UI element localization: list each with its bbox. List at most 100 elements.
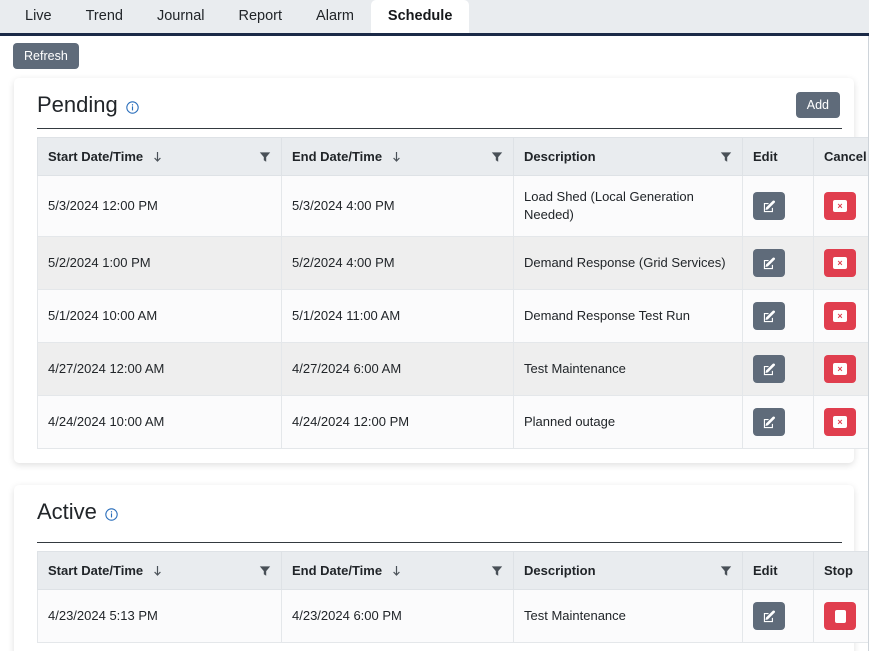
cancel-x-icon[interactable]: ×: [824, 192, 856, 220]
pending-col-start-label: Start Date/Time: [48, 149, 143, 164]
tab-journal[interactable]: Journal: [140, 0, 222, 33]
add-schedule-button[interactable]: Add: [796, 92, 840, 118]
active-col-start-label: Start Date/Time: [48, 563, 143, 578]
table-row: 4/24/2024 10:00 AM 4/24/2024 12:00 PM Pl…: [38, 396, 870, 449]
edit-pencil-square-icon[interactable]: [753, 249, 785, 277]
active-col-end-label: End Date/Time: [292, 563, 382, 578]
filter-icon[interactable]: [720, 151, 732, 163]
pending-table-head: Start Date/Time: [38, 138, 870, 176]
cell-edit: [743, 290, 814, 343]
cell-start: 5/3/2024 12:00 PM: [38, 176, 282, 237]
edit-pencil-square-icon[interactable]: [753, 602, 785, 630]
cell-end: 5/3/2024 4:00 PM: [282, 176, 514, 237]
table-row: 5/2/2024 1:00 PM 5/2/2024 4:00 PM Demand…: [38, 237, 870, 290]
cell-end: 5/2/2024 4:00 PM: [282, 237, 514, 290]
cell-cancel: ×: [814, 290, 870, 343]
sort-desc-icon[interactable]: [392, 151, 401, 163]
pending-table-body: 5/3/2024 12:00 PM 5/3/2024 4:00 PM Load …: [38, 176, 870, 449]
edit-pencil-square-icon[interactable]: [753, 192, 785, 220]
sort-desc-icon[interactable]: [392, 565, 401, 577]
active-header-row: Start Date/Time: [38, 552, 870, 590]
info-circle-icon[interactable]: [126, 101, 139, 114]
cell-description: Test Maintenance: [514, 343, 743, 396]
cell-start: 4/24/2024 10:00 AM: [38, 396, 282, 449]
filter-icon[interactable]: [491, 151, 503, 163]
cancel-x-icon[interactable]: ×: [824, 355, 856, 383]
cell-cancel: ×: [814, 237, 870, 290]
filter-icon[interactable]: [720, 565, 732, 577]
cell-end: 4/23/2024 6:00 PM: [282, 590, 514, 643]
edit-pencil-square-icon[interactable]: [753, 408, 785, 436]
cell-description: Load Shed (Local Generation Needed): [514, 176, 743, 237]
cancel-x-icon[interactable]: ×: [824, 249, 856, 277]
pending-header-row: Start Date/Time: [38, 138, 870, 176]
tab-alarm[interactable]: Alarm: [299, 0, 371, 33]
pending-table: Start Date/Time: [37, 137, 869, 449]
cell-start: 4/27/2024 12:00 AM: [38, 343, 282, 396]
cancel-glyph: ×: [833, 363, 847, 375]
table-row: 5/3/2024 12:00 PM 5/3/2024 4:00 PM Load …: [38, 176, 870, 237]
active-col-edit: Edit: [743, 552, 814, 590]
cancel-glyph: ×: [833, 310, 847, 322]
tab-live[interactable]: Live: [8, 0, 69, 33]
pending-card: Pending Add: [14, 78, 854, 463]
cell-start: 5/1/2024 10:00 AM: [38, 290, 282, 343]
active-title-group: Active: [37, 499, 118, 525]
cancel-glyph: ×: [833, 416, 847, 428]
pending-col-cancel: Cancel: [814, 138, 870, 176]
cell-description: Test Maintenance: [514, 590, 743, 643]
active-card: Active: [14, 485, 854, 651]
edit-pencil-square-icon[interactable]: [753, 355, 785, 383]
table-row: 4/27/2024 12:00 AM 4/27/2024 6:00 AM Tes…: [38, 343, 870, 396]
cell-stop: [814, 590, 870, 643]
pending-col-end: End Date/Time: [282, 138, 514, 176]
active-col-stop: Stop: [814, 552, 870, 590]
cancel-glyph: ×: [833, 200, 847, 212]
pending-col-end-label: End Date/Time: [292, 149, 382, 164]
cell-start: 4/23/2024 5:13 PM: [38, 590, 282, 643]
pending-col-edit: Edit: [743, 138, 814, 176]
active-section-header: Active: [26, 497, 842, 525]
filter-icon[interactable]: [259, 565, 271, 577]
main-tab-bar: Live Trend Journal Report Alarm Schedule: [0, 0, 869, 36]
active-title: Active: [37, 499, 97, 525]
cell-edit: [743, 237, 814, 290]
sort-desc-icon[interactable]: [153, 565, 162, 577]
info-circle-icon[interactable]: [105, 508, 118, 521]
cancel-x-icon[interactable]: ×: [824, 408, 856, 436]
filter-icon[interactable]: [491, 565, 503, 577]
pending-col-description-label: Description: [524, 149, 596, 164]
pending-col-description: Description: [514, 138, 743, 176]
cell-edit: [743, 176, 814, 237]
pending-title-group: Pending: [37, 92, 139, 118]
cancel-glyph: ×: [833, 257, 847, 269]
cell-description: Demand Response Test Run: [514, 290, 743, 343]
active-col-description-label: Description: [524, 563, 596, 578]
sort-desc-icon[interactable]: [153, 151, 162, 163]
cell-cancel: ×: [814, 176, 870, 237]
cancel-x-icon[interactable]: ×: [824, 302, 856, 330]
cell-cancel: ×: [814, 396, 870, 449]
active-table-footer-space: [26, 643, 842, 651]
filter-icon[interactable]: [259, 151, 271, 163]
page-body: Refresh Pending Add: [0, 36, 869, 651]
active-col-description: Description: [514, 552, 743, 590]
tab-schedule[interactable]: Schedule: [371, 0, 469, 33]
pending-col-start: Start Date/Time: [38, 138, 282, 176]
cell-end: 4/24/2024 12:00 PM: [282, 396, 514, 449]
schedule-page: Live Trend Journal Report Alarm Schedule…: [0, 0, 879, 651]
tab-report[interactable]: Report: [222, 0, 300, 33]
cell-description: Planned outage: [514, 396, 743, 449]
active-col-end: End Date/Time: [282, 552, 514, 590]
table-row: 5/1/2024 10:00 AM 5/1/2024 11:00 AM Dema…: [38, 290, 870, 343]
edit-pencil-square-icon[interactable]: [753, 302, 785, 330]
cell-cancel: ×: [814, 343, 870, 396]
table-row: 4/23/2024 5:13 PM 4/23/2024 6:00 PM Test…: [38, 590, 870, 643]
cell-description: Demand Response (Grid Services): [514, 237, 743, 290]
active-table-body: 4/23/2024 5:13 PM 4/23/2024 6:00 PM Test…: [38, 590, 870, 643]
refresh-button[interactable]: Refresh: [13, 43, 79, 69]
cell-end: 4/27/2024 6:00 AM: [282, 343, 514, 396]
stop-square-icon[interactable]: [824, 602, 856, 630]
tab-trend[interactable]: Trend: [69, 0, 140, 33]
pending-divider: [37, 128, 842, 129]
